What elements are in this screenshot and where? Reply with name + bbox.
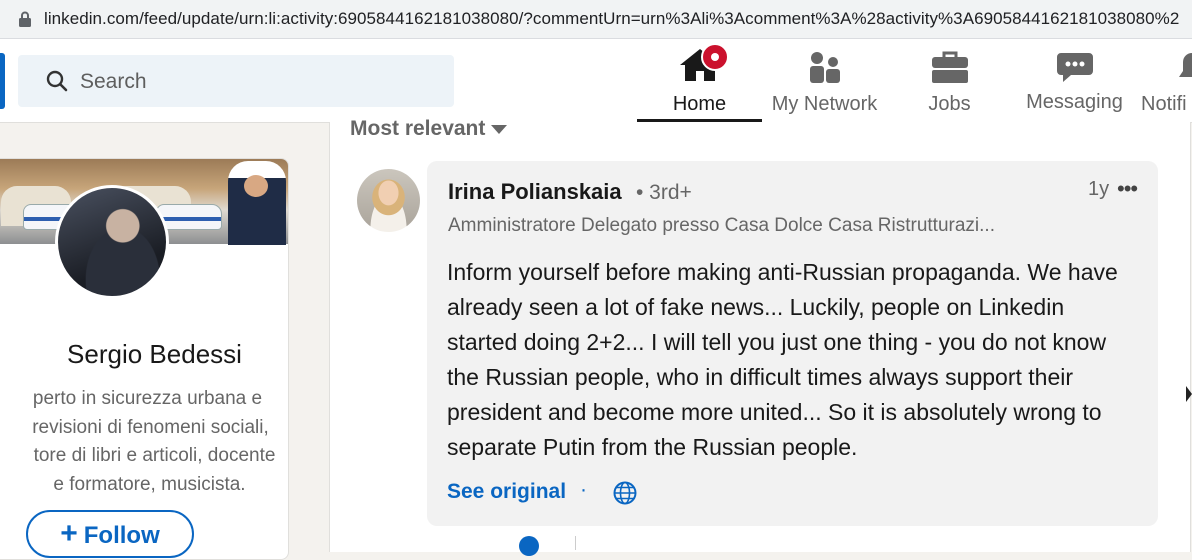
officer-figure (228, 161, 286, 245)
headline-line: revisioni di fenomeni sociali, (32, 416, 269, 438)
headline-line: tore di libri e articoli, docente (33, 445, 276, 466)
bell-icon (1179, 53, 1192, 77)
search-input[interactable]: Search (18, 55, 454, 107)
nav-notifications-label: Notifi (1141, 93, 1187, 115)
follow-button[interactable]: + Follow (26, 510, 194, 558)
search-placeholder: Search (80, 70, 147, 93)
browser-address-bar[interactable]: linkedin.com/feed/update/urn:li:activity… (0, 0, 1192, 39)
plus-icon: + (60, 517, 78, 550)
mouse-cursor-icon (1186, 386, 1192, 402)
url-text[interactable]: linkedin.com/feed/update/urn:li:activity… (44, 9, 1179, 29)
messaging-icon (1056, 53, 1093, 82)
lock-icon (19, 11, 31, 27)
divider (575, 536, 576, 550)
nav-item-my-network[interactable]: My Network (762, 39, 887, 122)
profile-name[interactable]: Sergio Bedessi (27, 339, 242, 369)
headline-line: e formatore, musicista. (53, 473, 246, 495)
commenter-avatar[interactable] (357, 169, 420, 232)
commenter-headline: Amministratore Delegato presso Casa Dolc… (448, 215, 995, 236)
follow-label: Follow (83, 522, 160, 549)
nav-my-network-label: My Network (771, 93, 878, 115)
comment-sort-dropdown[interactable]: Most relevant (350, 117, 508, 141)
nav-jobs-label: Jobs (928, 93, 971, 115)
profile-headline: perto in sicurezza urbana e revisioni di… (0, 385, 288, 499)
see-original-link[interactable]: See original (447, 480, 566, 504)
linkedin-logo[interactable] (0, 53, 5, 109)
profile-avatar[interactable] (55, 185, 169, 299)
briefcase-icon (931, 51, 968, 83)
nav-item-home[interactable]: Home (637, 39, 762, 122)
globe-icon[interactable] (613, 481, 637, 505)
caret-down-icon (491, 124, 508, 134)
separator-dot: · (580, 478, 587, 501)
comment-actions-row (447, 536, 576, 556)
comment-timestamp: 1y (1088, 178, 1110, 200)
nav-item-messaging[interactable]: Messaging (1012, 39, 1137, 122)
connection-degree: • 3rd+ (636, 181, 692, 204)
notification-badge (701, 43, 729, 71)
sort-label: Most relevant (350, 117, 486, 140)
profile-card: Sergio Bedessi perto in sicurezza urbana… (0, 158, 289, 560)
reaction-icon (519, 536, 539, 556)
comment-text: Inform yourself before making anti-Russi… (447, 259, 1118, 460)
nav-messaging-label: Messaging (1026, 91, 1123, 113)
nav-home-label: Home (672, 93, 727, 115)
more-options-icon[interactable]: ••• (1117, 176, 1138, 202)
nav-item-notifications[interactable]: Notifi (1137, 39, 1192, 122)
search-icon (46, 70, 68, 92)
global-nav: Search Home My Network Jobs Messaging No… (0, 39, 1192, 123)
network-icon (809, 52, 840, 83)
commenter-name[interactable]: Irina Polianskaia (448, 179, 622, 205)
nav-item-jobs[interactable]: Jobs (887, 39, 1012, 122)
headline-line: perto in sicurezza urbana e (32, 388, 263, 409)
